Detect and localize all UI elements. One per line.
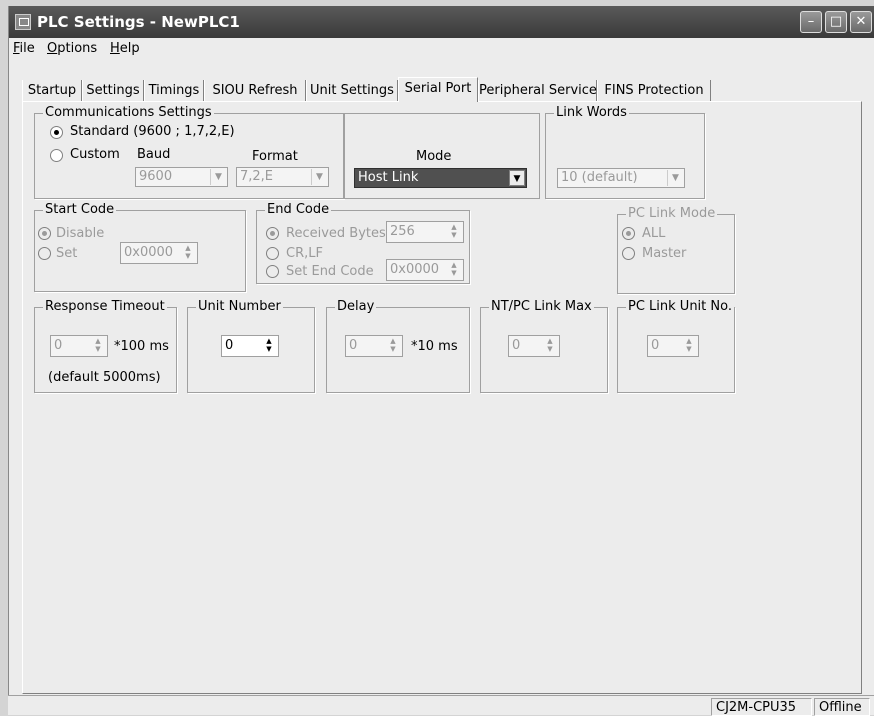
response-timeout-default: (default 5000ms) bbox=[48, 370, 161, 385]
tab-peripheral-service[interactable]: Peripheral Service bbox=[478, 80, 597, 102]
spinner-arrows-icon: ▲ ▼ bbox=[185, 244, 191, 260]
spinner-arrows-icon: ▲ ▼ bbox=[266, 337, 272, 353]
crlf-radio[interactable] bbox=[266, 247, 279, 260]
pc-link-all-label: ALL bbox=[642, 226, 666, 241]
menu-options-label: ptions bbox=[57, 41, 98, 56]
maximize-icon[interactable]: □ bbox=[825, 11, 847, 33]
delay-unit: *10 ms bbox=[411, 339, 458, 354]
chevron-down-icon: ▼ bbox=[667, 170, 683, 186]
chevron-down-icon: ▼ bbox=[210, 169, 226, 185]
standard-radio-label: Standard (9600 ; 1,7,2,E) bbox=[70, 124, 235, 139]
pc-link-unit-no-label: PC Link Unit No. bbox=[626, 299, 734, 314]
window-title: PLC Settings - NewPLC1 bbox=[37, 13, 240, 31]
spinner-arrows-icon: ▲ ▼ bbox=[547, 337, 553, 353]
delay-value: 0 bbox=[349, 338, 358, 353]
start-code-set-label: Set bbox=[56, 246, 78, 261]
communications-settings-label: Communications Settings bbox=[43, 105, 214, 120]
link-words-value: 10 (default) bbox=[561, 170, 638, 185]
set-end-code-value: 0x0000 bbox=[390, 262, 440, 277]
baud-select[interactable]: 9600 ▼ bbox=[135, 167, 228, 187]
tab-timings[interactable]: Timings bbox=[144, 80, 204, 102]
received-bytes-spinner[interactable]: 256 ▲ ▼ bbox=[386, 221, 464, 243]
set-end-code-spinner[interactable]: 0x0000 ▲ ▼ bbox=[386, 259, 464, 281]
mode-label: Mode bbox=[416, 149, 452, 164]
custom-radio[interactable] bbox=[50, 149, 63, 162]
pc-link-unit-no-spinner[interactable]: 0 ▲ ▼ bbox=[647, 335, 699, 357]
spinner-arrows-icon: ▲ ▼ bbox=[686, 337, 692, 353]
tab-settings[interactable]: Settings bbox=[82, 80, 144, 102]
start-code-value: 0x0000 bbox=[124, 245, 174, 260]
nt-pc-link-max-label: NT/PC Link Max bbox=[489, 299, 594, 314]
status-model: CJ2M-CPU35 bbox=[711, 698, 812, 716]
status-connection: Offline bbox=[814, 698, 870, 716]
start-code-disable-radio[interactable] bbox=[38, 227, 51, 240]
menu-help[interactable]: Help bbox=[110, 41, 140, 56]
pc-link-master-radio[interactable] bbox=[622, 247, 635, 260]
response-timeout-value: 0 bbox=[54, 338, 63, 353]
title-bar[interactable]: PLC Settings - NewPLC1 – □ ✕ bbox=[9, 6, 874, 38]
spinner-arrows-icon: ▲ ▼ bbox=[451, 261, 457, 277]
response-timeout-spinner[interactable]: 0 ▲ ▼ bbox=[50, 335, 108, 357]
start-code-set-radio[interactable] bbox=[38, 247, 51, 260]
pc-link-all-radio[interactable] bbox=[622, 227, 635, 240]
start-code-disable-label: Disable bbox=[56, 226, 105, 241]
format-label: Format bbox=[252, 149, 298, 164]
link-words-select[interactable]: 10 (default) ▼ bbox=[557, 168, 685, 188]
tab-serial-port[interactable]: Serial Port bbox=[398, 77, 478, 102]
tab-siou-refresh[interactable]: SIOU Refresh bbox=[204, 80, 306, 102]
unit-number-label: Unit Number bbox=[196, 299, 283, 314]
crlf-label: CR,LF bbox=[286, 246, 323, 261]
start-code-label: Start Code bbox=[43, 202, 117, 217]
delay-spinner[interactable]: 0 ▲ ▼ bbox=[345, 335, 403, 357]
pc-link-master-label: Master bbox=[642, 246, 687, 261]
mode-select[interactable]: Host Link ▼ bbox=[354, 168, 527, 188]
format-select-value: 7,2,E bbox=[240, 169, 274, 184]
baud-select-value: 9600 bbox=[139, 169, 173, 184]
tab-fins-protection[interactable]: FINS Protection bbox=[597, 80, 711, 102]
received-bytes-radio[interactable] bbox=[266, 227, 279, 240]
start-code-spinner[interactable]: 0x0000 ▲ ▼ bbox=[120, 242, 198, 264]
response-timeout-unit: *100 ms bbox=[114, 339, 169, 354]
chevron-down-icon: ▼ bbox=[311, 169, 327, 185]
nt-pc-link-max-spinner[interactable]: 0 ▲ ▼ bbox=[508, 335, 560, 357]
standard-radio[interactable] bbox=[50, 126, 63, 139]
spinner-arrows-icon: ▲ ▼ bbox=[451, 223, 457, 239]
menu-help-label: elp bbox=[119, 41, 140, 56]
unit-number-spinner[interactable]: 0 ▲ ▼ bbox=[221, 335, 279, 357]
response-timeout-label: Response Timeout bbox=[43, 299, 167, 314]
received-bytes-value: 256 bbox=[390, 224, 415, 239]
menu-help-hotkey: H bbox=[110, 41, 120, 56]
tab-unit-settings[interactable]: Unit Settings bbox=[306, 80, 398, 102]
menu-file-label: ile bbox=[19, 41, 35, 56]
set-end-code-label: Set End Code bbox=[286, 264, 374, 279]
pc-link-unit-no-value: 0 bbox=[651, 338, 660, 353]
close-icon[interactable]: ✕ bbox=[850, 11, 872, 33]
menu-file[interactable]: File bbox=[13, 41, 35, 56]
spinner-arrows-icon: ▲ ▼ bbox=[95, 337, 101, 353]
app-icon bbox=[15, 14, 31, 30]
menu-options-hotkey: O bbox=[47, 41, 58, 56]
chevron-down-icon: ▼ bbox=[509, 170, 525, 186]
baud-label: Baud bbox=[137, 147, 171, 162]
nt-pc-link-max-value: 0 bbox=[512, 338, 521, 353]
tab-startup[interactable]: Startup bbox=[22, 80, 82, 102]
mode-select-value: Host Link bbox=[358, 170, 419, 185]
pc-link-mode-label: PC Link Mode bbox=[626, 206, 718, 221]
link-words-label: Link Words bbox=[554, 105, 629, 120]
menu-bar: File Options Help bbox=[9, 38, 874, 60]
menu-options[interactable]: Options bbox=[47, 41, 97, 56]
unit-number-value: 0 bbox=[225, 338, 234, 353]
spinner-arrows-icon: ▲ ▼ bbox=[390, 337, 396, 353]
set-end-code-radio[interactable] bbox=[266, 265, 279, 278]
received-bytes-label: Received Bytes bbox=[286, 226, 386, 241]
format-select[interactable]: 7,2,E ▼ bbox=[236, 167, 329, 187]
status-bar: CJ2M-CPU35 Offline bbox=[8, 695, 874, 716]
delay-label: Delay bbox=[335, 299, 377, 314]
end-code-label: End Code bbox=[265, 202, 332, 217]
minimize-icon[interactable]: – bbox=[800, 11, 822, 33]
custom-radio-label: Custom bbox=[70, 147, 120, 162]
